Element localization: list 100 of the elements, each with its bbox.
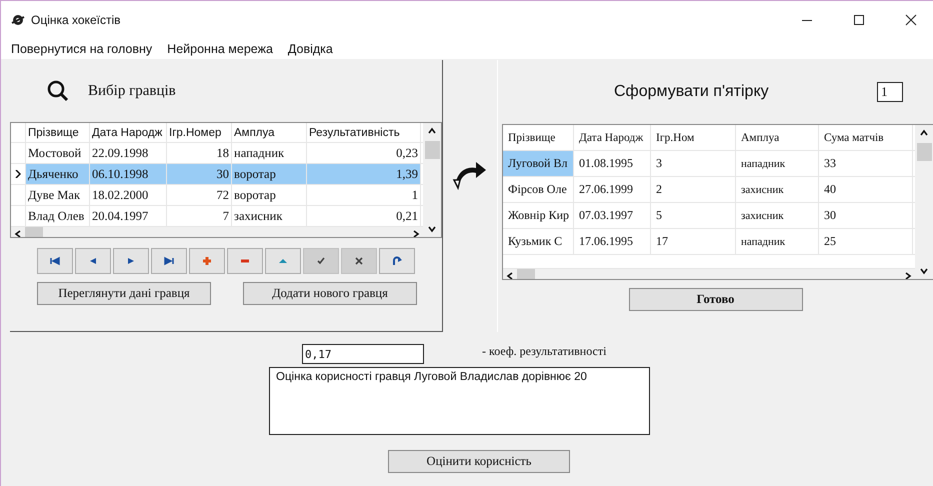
panel-title: Сформувати п'ятірку: [614, 83, 770, 101]
menu-item[interactable]: Нейронна мережа: [167, 42, 273, 56]
table-cell: захисник: [736, 177, 819, 202]
table-cell: 2: [651, 177, 736, 202]
column-header[interactable]: Результативність: [307, 123, 421, 142]
table-cell: 40: [819, 177, 913, 202]
scroll-left-icon[interactable]: [14, 230, 22, 237]
column-header[interactable]: Прізвище: [26, 123, 90, 142]
table-cell: 72: [167, 185, 232, 205]
panel-title: Вибір гравців: [88, 82, 176, 100]
column-header[interactable]: Прізвище: [503, 125, 574, 150]
scroll-right-icon[interactable]: [412, 230, 420, 237]
skip-back-icon: [48, 255, 62, 267]
table-row[interactable]: Кузьмик С 17.06.1995 17 нападник 25: [503, 229, 915, 255]
scroll-up-icon[interactable]: [428, 127, 436, 135]
table-cell: 0,21: [307, 206, 421, 226]
table-cell: 33: [819, 151, 913, 176]
row-pointer-icon: [15, 170, 21, 178]
table-cell: нападник: [736, 151, 819, 176]
last-button[interactable]: [151, 248, 187, 274]
curved-arrow-icon: [452, 160, 488, 190]
table-row[interactable]: Дьяченко 06.10.1998 30 воротар 1,39: [11, 164, 423, 185]
app-icon: [11, 13, 25, 27]
column-header[interactable]: Амплуа: [736, 125, 819, 150]
table-cell: 0,23: [307, 143, 421, 163]
window-title: Оцінка хокеїстів: [31, 13, 120, 27]
scroll-left-icon[interactable]: [506, 272, 514, 279]
table-cell: 17.06.1995: [574, 229, 651, 254]
column-header[interactable]: Ігр.Ном: [651, 125, 736, 150]
scrollbar-thumb[interactable]: [517, 269, 535, 279]
table-cell: воротар: [232, 185, 307, 205]
vertical-scrollbar[interactable]: [423, 123, 441, 237]
table-cell: нападник: [736, 229, 819, 254]
insert-button[interactable]: [189, 248, 225, 274]
table-cell: захисник: [736, 203, 819, 228]
close-icon[interactable]: [905, 14, 917, 26]
table-cell: нападник: [232, 143, 307, 163]
horizontal-scrollbar[interactable]: [503, 269, 915, 279]
ready-button[interactable]: Готово: [628, 288, 802, 311]
column-header[interactable]: Дата Народж: [90, 123, 167, 142]
plus-icon: [200, 255, 214, 267]
table-cell: 22.09.1998: [90, 143, 167, 163]
table-cell: 17: [651, 229, 736, 254]
table-cell: Кузьмик С: [503, 229, 574, 254]
table-cell: 30: [167, 164, 232, 184]
table-row[interactable]: Дуве Мак 18.02.2000 72 воротар 1: [11, 185, 423, 206]
table-cell: 06.10.1998: [90, 164, 167, 184]
table-row[interactable]: Луговой Вл 01.08.1995 3 нападник 33: [503, 151, 915, 177]
vertical-scrollbar[interactable]: [915, 125, 933, 279]
table-cell: Жовнір Кир: [503, 203, 574, 228]
table-cell: 18.02.2000: [90, 185, 167, 205]
redo-arrow-icon: [390, 255, 404, 267]
scroll-down-icon[interactable]: [428, 225, 436, 233]
scroll-up-icon[interactable]: [920, 129, 928, 137]
menu-item[interactable]: Повернутися на головну: [11, 42, 152, 56]
scrollbar-thumb[interactable]: [916, 143, 932, 161]
table-cell: 1,39: [307, 164, 421, 184]
table-cell: Мостовой: [26, 143, 90, 163]
evaluate-button[interactable]: Оцінити корисність: [388, 450, 570, 473]
action-button[interactable]: Додати нового гравця: [243, 282, 417, 305]
table-cell: 1: [307, 185, 421, 205]
table-cell: 25: [819, 229, 913, 254]
horizontal-scrollbar[interactable]: [11, 227, 423, 237]
table-cell: Дьяченко: [26, 164, 90, 184]
table-cell: 01.08.1995: [574, 151, 651, 176]
table-cell: Луговой Вл: [503, 151, 574, 176]
table-row[interactable]: Фірсов Оле 27.06.1999 2 захисник 40: [503, 177, 915, 203]
table-cell: захисник: [232, 206, 307, 226]
table-row[interactable]: Жовнір Кир 07.03.1997 5 захисник 30: [503, 203, 915, 229]
search-icon: [46, 79, 70, 103]
column-header[interactable]: Амплуа: [232, 123, 307, 142]
table-cell: 30: [819, 203, 913, 228]
table-cell: Фірсов Оле: [503, 177, 574, 202]
table-cell: 20.04.1997: [90, 206, 167, 226]
scrollbar-thumb[interactable]: [25, 227, 43, 237]
coefficient-field[interactable]: 0,17: [302, 344, 424, 364]
scrollbar-thumb[interactable]: [424, 141, 440, 159]
table-cell: Дуве Мак: [26, 185, 90, 205]
refresh-button[interactable]: [379, 248, 415, 274]
table-cell: 3: [651, 151, 736, 176]
menu-item[interactable]: Довідка: [288, 42, 333, 56]
number-field[interactable]: 1: [877, 82, 903, 102]
column-header[interactable]: Дата Народж: [574, 125, 651, 150]
result-text-area[interactable]: Оцінка корисності гравця Луговой Владислав дорівнює 20: [269, 367, 650, 435]
first-button[interactable]: [37, 248, 73, 274]
skip-forward-icon: [162, 255, 176, 267]
column-header[interactable]: Ігр.Номер: [167, 123, 232, 142]
table-cell: воротар: [232, 164, 307, 184]
coefficient-label: - коеф. результативності: [482, 344, 606, 358]
delete-button[interactable]: [227, 248, 263, 274]
maximize-icon[interactable]: [853, 14, 865, 26]
scroll-right-icon[interactable]: [904, 272, 912, 279]
action-button[interactable]: Переглянути дані гравця: [37, 282, 211, 305]
table-cell: 18: [167, 143, 232, 163]
table-cell: Влад Олев: [26, 206, 90, 226]
table-cell: 27.06.1999: [574, 177, 651, 202]
column-header[interactable]: Сума матчів: [819, 125, 913, 150]
table-cell: 5: [651, 203, 736, 228]
scroll-down-icon[interactable]: [920, 267, 928, 275]
table-cell: 7: [167, 206, 232, 226]
